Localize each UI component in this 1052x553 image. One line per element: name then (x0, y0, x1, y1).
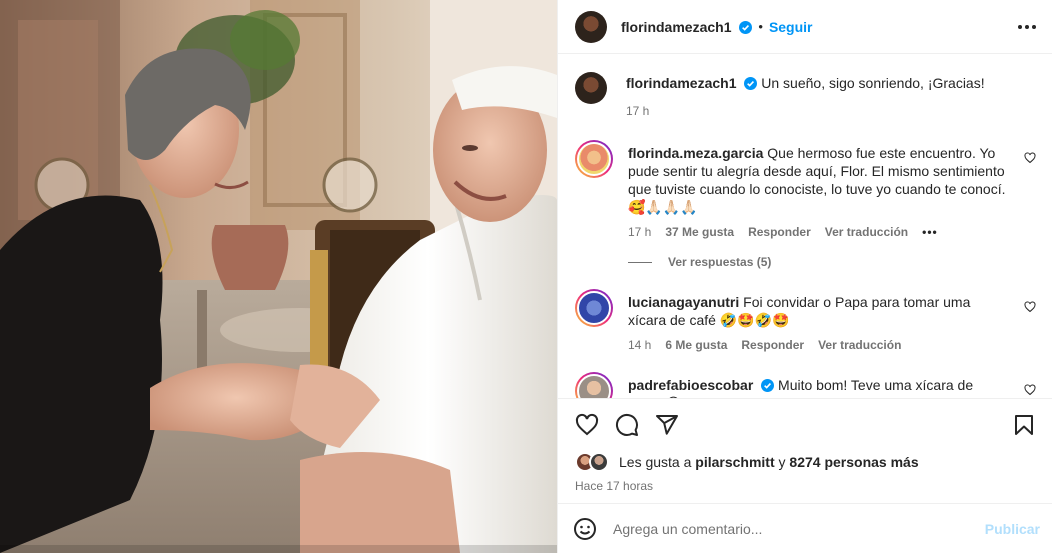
caption-username[interactable]: florindamezach1 (626, 75, 736, 91)
likes-row: Les gusta a pilarschmitt y 8274 personas… (558, 451, 1052, 473)
posted-time[interactable]: Hace 17 horas (558, 473, 1052, 493)
post-side-panel: florindamezach1 • Seguir florindamezach1… (557, 0, 1052, 553)
caption-time[interactable]: 17 h (626, 104, 649, 118)
caption: florindamezach1 Un sueño, sigo sonriendo… (575, 72, 1036, 118)
add-comment-bar: Publicar (558, 503, 1052, 553)
verified-icon (744, 77, 758, 90)
comment-icon[interactable] (615, 413, 639, 437)
owner-username[interactable]: florindamezach1 (621, 19, 753, 35)
comment-username[interactable]: padrefabioescobar (628, 377, 753, 393)
comment-likes[interactable]: 6 Me gusta (665, 338, 727, 352)
heart-icon[interactable] (1024, 301, 1036, 313)
reply-button[interactable]: Responder (741, 338, 804, 352)
publish-button[interactable]: Publicar (985, 521, 1040, 537)
comment-username[interactable]: lucianagayanutri (628, 294, 739, 310)
verified-icon (739, 20, 753, 34)
heart-icon[interactable] (1024, 384, 1036, 396)
share-icon[interactable] (655, 413, 679, 437)
like-heart-icon[interactable] (575, 413, 599, 437)
view-replies-text[interactable]: Ver respuestas (5) (668, 255, 771, 269)
likes-conj: y (778, 454, 786, 470)
more-icon (1025, 24, 1029, 29)
caption-avatar[interactable] (575, 72, 607, 104)
post-footer: Les gusta a pilarschmitt y 8274 personas… (558, 398, 1052, 553)
header-dot: • (758, 19, 763, 34)
translate-button[interactable]: Ver traducción (825, 225, 908, 239)
likes-prefix: Les gusta a (619, 454, 692, 470)
likes-others[interactable]: 8274 personas más (789, 454, 918, 470)
caption-text: Un sueño, sigo sonriendo, ¡Gracias! (761, 75, 985, 91)
verified-icon (761, 379, 775, 392)
save-icon[interactable] (1012, 413, 1036, 437)
comment-input[interactable] (613, 520, 985, 537)
comment: padrefabioescobar Muito bom! Teve uma xí… (575, 372, 1036, 398)
likes-text: Les gusta a pilarschmitt y 8274 personas… (619, 454, 919, 470)
comment-time[interactable]: 14 h (628, 338, 651, 352)
comment-avatar[interactable] (575, 289, 613, 327)
comment-likes[interactable]: 37 Me gusta (665, 225, 734, 239)
heart-icon[interactable] (1024, 152, 1036, 164)
instagram-post-modal: florindamezach1 • Seguir florindamezach1… (0, 0, 1052, 553)
comment: florinda.meza.garcia Que hermoso fue est… (575, 140, 1036, 239)
comment: lucianagayanutri Foi convidar o Papa par… (575, 289, 1036, 352)
more-icon (1032, 24, 1036, 29)
reply-button[interactable]: Responder (748, 225, 811, 239)
comments-list[interactable]: florindamezach1 Un sueño, sigo sonriendo… (558, 54, 1052, 398)
comment-username[interactable]: florinda.meza.garcia (628, 145, 763, 161)
photo-illustration (0, 0, 557, 553)
post-photo[interactable] (0, 0, 557, 553)
post-header: florindamezach1 • Seguir (558, 0, 1052, 54)
comment-time[interactable]: 17 h (628, 225, 651, 239)
comment-more-icon[interactable]: ••• (922, 225, 938, 239)
liker-avatar[interactable] (589, 452, 609, 472)
replies-divider (628, 261, 652, 263)
action-bar (558, 399, 1052, 451)
view-replies-button[interactable]: Ver respuestas (5) (628, 255, 1036, 269)
translate-button[interactable]: Ver traducción (818, 338, 901, 352)
more-options-button[interactable] (1018, 21, 1036, 33)
comment-avatar[interactable] (575, 372, 613, 398)
more-icon (1018, 24, 1022, 29)
likes-user[interactable]: pilarschmitt (695, 454, 774, 470)
follow-button[interactable]: Seguir (769, 19, 813, 35)
emoji-icon[interactable] (573, 517, 597, 541)
comment-avatar[interactable] (575, 140, 613, 178)
owner-avatar[interactable] (575, 10, 607, 43)
owner-username-text[interactable]: florindamezach1 (621, 19, 731, 35)
